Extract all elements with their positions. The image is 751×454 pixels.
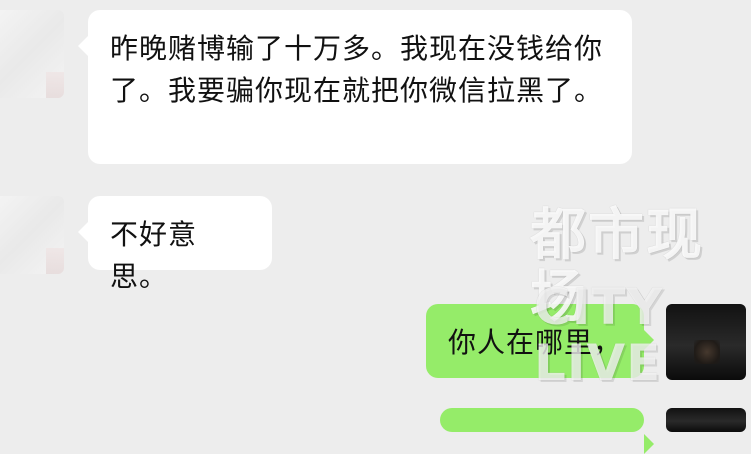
message-bubble-outgoing: [440, 408, 654, 454]
user-avatar[interactable]: [666, 304, 746, 380]
message-text: 昨晚赌博输了十万多。我现在没钱给你了。我要骗你现在就把你微信拉黑了。: [110, 32, 604, 107]
message-bubble-incoming: 不好意思。: [78, 196, 272, 293]
contact-avatar[interactable]: [0, 196, 64, 274]
user-avatar[interactable]: [666, 408, 746, 432]
message-text: 不好意思。: [110, 218, 198, 293]
message-bubble-outgoing: 你人在哪里，: [426, 304, 654, 378]
message-text: 你人在哪里，: [448, 326, 623, 359]
message-bubble-incoming: 昨晚赌博输了十万多。我现在没钱给你了。我要骗你现在就把你微信拉黑了。: [78, 10, 632, 164]
contact-avatar[interactable]: [0, 10, 64, 98]
